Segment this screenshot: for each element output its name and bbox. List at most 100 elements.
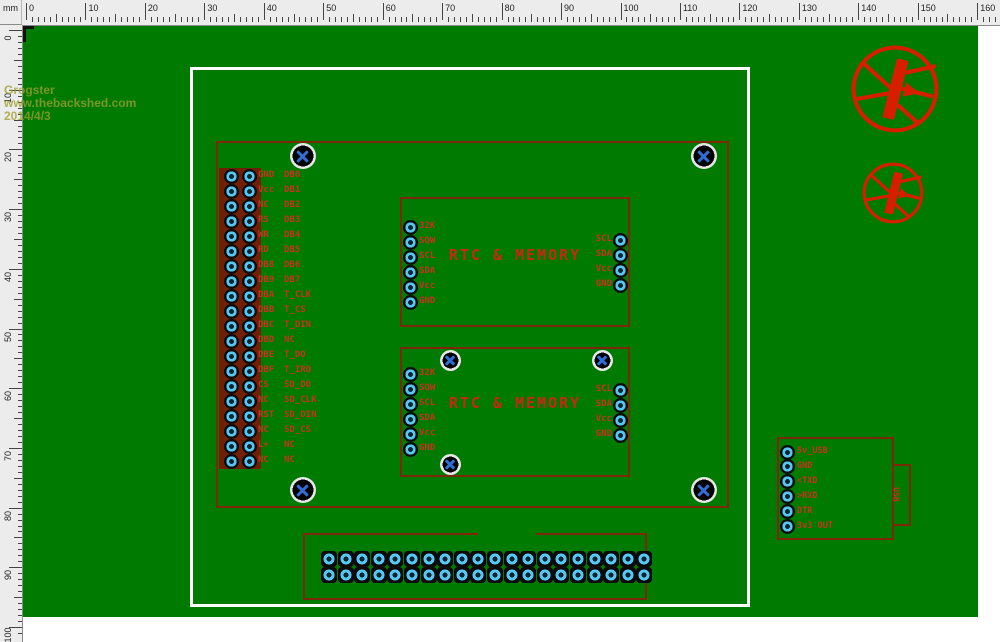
pin-label[interactable]: >RXD [797, 492, 817, 501]
through-hole-pad[interactable] [242, 394, 257, 409]
pin-label[interactable]: <TXD [797, 477, 817, 486]
transistor-symbol-icon[interactable] [849, 43, 941, 135]
through-hole-pad[interactable] [403, 265, 418, 280]
through-hole-pad[interactable] [224, 229, 239, 244]
pin-label[interactable]: DB9 [258, 276, 274, 285]
through-hole-pad[interactable] [242, 439, 257, 454]
module-title[interactable]: RTC & MEMORY [400, 396, 630, 411]
through-hole-pad[interactable] [613, 428, 628, 443]
pin-label[interactable]: NC [258, 426, 269, 435]
through-hole-pad[interactable] [613, 233, 628, 248]
pin-label[interactable]: L+ [258, 441, 269, 450]
pin-label[interactable]: CS [258, 381, 269, 390]
pin-label[interactable]: Vcc [419, 282, 435, 291]
through-hole-pad[interactable] [780, 504, 795, 519]
through-hole-pad[interactable] [224, 364, 239, 379]
through-hole-pad[interactable] [224, 379, 239, 394]
pin-label[interactable]: DB2 [284, 201, 300, 210]
through-hole-pad[interactable] [321, 551, 337, 567]
through-hole-pad[interactable] [454, 551, 470, 567]
through-hole-pad[interactable] [780, 445, 795, 460]
through-hole-pad[interactable] [354, 567, 370, 583]
mount-pad[interactable] [290, 477, 316, 503]
through-hole-pad[interactable] [504, 567, 520, 583]
through-hole-pad[interactable] [520, 567, 536, 583]
through-hole-pad[interactable] [403, 412, 418, 427]
pin-label[interactable]: SD_DO [284, 381, 311, 390]
through-hole-pad[interactable] [242, 454, 257, 469]
mount-pad[interactable] [691, 477, 717, 503]
through-hole-pad[interactable] [553, 567, 569, 583]
through-hole-pad[interactable] [421, 567, 437, 583]
through-hole-pad[interactable] [403, 427, 418, 442]
pin-label[interactable]: GND [419, 444, 435, 453]
pin-label[interactable]: NC [258, 456, 269, 465]
pin-label[interactable]: SQW [419, 237, 435, 246]
through-hole-pad[interactable] [242, 364, 257, 379]
pin-label[interactable]: WR [258, 231, 269, 240]
through-hole-pad[interactable] [242, 304, 257, 319]
pin-label[interactable]: DB1 [284, 186, 300, 195]
through-hole-pad[interactable] [780, 459, 795, 474]
pin-label[interactable]: Vcc [492, 265, 612, 274]
pin-label[interactable]: NC [258, 201, 269, 210]
through-hole-pad[interactable] [504, 551, 520, 567]
through-hole-pad[interactable] [403, 220, 418, 235]
pin-label[interactable]: T_CLK [284, 291, 311, 300]
pin-label[interactable]: SD_CLK [284, 396, 317, 405]
pin-label[interactable]: RD [258, 246, 269, 255]
through-hole-pad[interactable] [570, 551, 586, 567]
through-hole-pad[interactable] [242, 424, 257, 439]
pin-label[interactable]: DB7 [284, 276, 300, 285]
pin-label[interactable]: DB8 [258, 261, 274, 270]
pin-label[interactable]: SD_DIN [284, 411, 317, 420]
through-hole-pad[interactable] [587, 567, 603, 583]
pin-label[interactable]: RS [258, 216, 269, 225]
through-hole-pad[interactable] [224, 274, 239, 289]
through-hole-pad[interactable] [338, 551, 354, 567]
pin-label[interactable]: T_IRQ [284, 366, 311, 375]
pin-label[interactable]: SCL [492, 235, 612, 244]
through-hole-pad[interactable] [224, 169, 239, 184]
through-hole-pad[interactable] [404, 567, 420, 583]
pin-label[interactable]: DB0 [284, 171, 300, 180]
through-hole-pad[interactable] [242, 289, 257, 304]
pin-label[interactable]: T_CS [284, 306, 306, 315]
through-hole-pad[interactable] [224, 409, 239, 424]
through-hole-pad[interactable] [620, 567, 636, 583]
pin-label[interactable]: SD_CS [284, 426, 311, 435]
pin-label[interactable]: GND [258, 171, 274, 180]
pin-label[interactable]: SDA [419, 414, 435, 423]
through-hole-pad[interactable] [603, 551, 619, 567]
through-hole-pad[interactable] [224, 349, 239, 364]
pin-label[interactable]: GND [492, 280, 612, 289]
through-hole-pad[interactable] [242, 169, 257, 184]
pin-label[interactable]: T_DIN [284, 321, 311, 330]
pin-label[interactable]: Vcc [492, 415, 612, 424]
through-hole-pad[interactable] [242, 409, 257, 424]
module-title[interactable]: RTC & MEMORY [400, 248, 630, 263]
through-hole-pad[interactable] [437, 567, 453, 583]
pin-label[interactable]: SDA [419, 267, 435, 276]
through-hole-pad[interactable] [403, 442, 418, 457]
through-hole-pad[interactable] [224, 424, 239, 439]
through-hole-pad[interactable] [587, 551, 603, 567]
through-hole-pad[interactable] [780, 474, 795, 489]
pin-label[interactable]: DTR [797, 507, 812, 516]
through-hole-pad[interactable] [454, 567, 470, 583]
through-hole-pad[interactable] [620, 551, 636, 567]
through-hole-pad[interactable] [338, 567, 354, 583]
through-hole-pad[interactable] [403, 382, 418, 397]
usb-serial-module-outline[interactable] [777, 437, 894, 540]
through-hole-pad[interactable] [242, 259, 257, 274]
pin-label[interactable]: DB6 [284, 261, 300, 270]
through-hole-pad[interactable] [224, 319, 239, 334]
pin-label[interactable]: GND [797, 462, 812, 471]
pin-label[interactable]: SCL [492, 385, 612, 394]
through-hole-pad[interactable] [242, 214, 257, 229]
through-hole-pad[interactable] [437, 551, 453, 567]
through-hole-pad[interactable] [242, 319, 257, 334]
pin-label[interactable]: DB4 [284, 231, 300, 240]
pin-label[interactable]: NC [284, 456, 295, 465]
through-hole-pad[interactable] [224, 394, 239, 409]
